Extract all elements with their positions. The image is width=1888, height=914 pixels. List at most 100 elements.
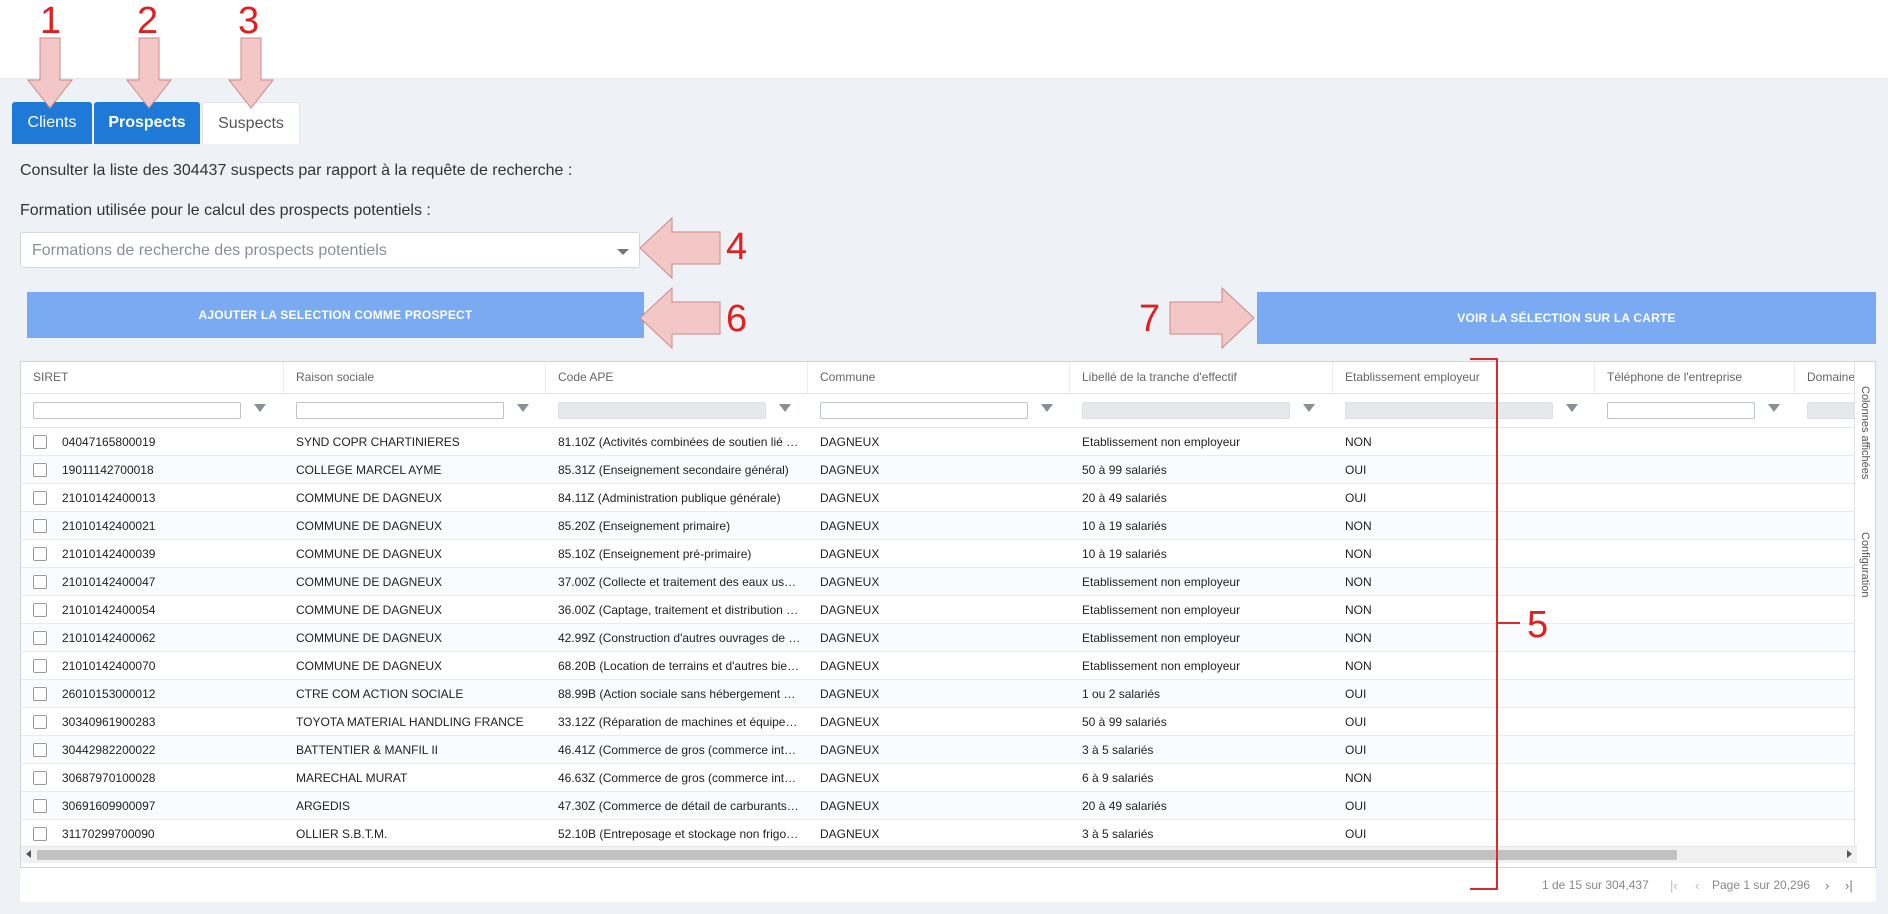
annotation-number-6: 6 bbox=[726, 298, 748, 340]
pagination-page-info: Page 1 sur 20,296 bbox=[1712, 878, 1811, 892]
next-page-icon[interactable]: › bbox=[1825, 878, 1829, 893]
cell-commune: DAGNEUX bbox=[820, 575, 880, 589]
cell-etablissement-employeur: OUI bbox=[1345, 687, 1367, 701]
column-header-telephone[interactable]: Téléphone de l'entreprise bbox=[1595, 362, 1795, 393]
cell-siret: 31170299700090 bbox=[62, 827, 155, 841]
annotation-number-5: 5 bbox=[1527, 604, 1549, 646]
filter-funnel-icon[interactable] bbox=[1768, 404, 1780, 412]
cell-siret: 21010142400062 bbox=[62, 631, 156, 645]
cell-tranche-effectif: 20 à 49 salariés bbox=[1082, 491, 1167, 505]
filter-funnel-icon[interactable] bbox=[779, 404, 791, 412]
cell-tranche-effectif: 20 à 49 salariés bbox=[1082, 799, 1167, 813]
cell-tranche-effectif: Etablissement non employeur bbox=[1082, 631, 1241, 645]
add-selection-as-prospect-button[interactable]: AJOUTER LA SELECTION COMME PROSPECT bbox=[27, 292, 644, 338]
cell-code-ape: 52.10B (Entreposage et stockage non frig… bbox=[558, 827, 799, 841]
cell-etablissement-employeur: NON bbox=[1345, 603, 1372, 617]
cell-etablissement-employeur: NON bbox=[1345, 547, 1372, 561]
cell-telephone bbox=[1595, 680, 1791, 708]
grid-filter-row bbox=[21, 394, 1857, 428]
cell-siret: 30691609900097 bbox=[62, 799, 156, 813]
formation-select[interactable]: Formations de recherche des prospects po… bbox=[20, 232, 640, 268]
cell-etablissement-employeur: NON bbox=[1345, 575, 1372, 589]
cell-telephone bbox=[1595, 568, 1791, 596]
filter-input-telephone[interactable] bbox=[1607, 402, 1755, 419]
table-row[interactable]: 19011142700018 COLLEGE MARCEL AYME 85.31Z … bbox=[21, 456, 1857, 484]
table-row[interactable]: 31170299700090 OLLIER S.B.T.M. 52.10B (Ent… bbox=[21, 820, 1857, 848]
cell-tranche-effectif: Etablissement non employeur bbox=[1082, 575, 1241, 589]
table-row[interactable]: 21010142400047 COMMUNE DE DAGNEUX 37.00Z (… bbox=[21, 568, 1857, 596]
previous-page-icon[interactable]: ‹ bbox=[1695, 878, 1699, 893]
cell-tranche-effectif: Etablissement non employeur bbox=[1082, 435, 1241, 449]
cell-siret: 21010142400039 bbox=[62, 547, 156, 561]
filter-funnel-icon[interactable] bbox=[1041, 404, 1053, 412]
table-row[interactable]: 30687970100028 MARECHAL MURAT 46.63Z (Comm… bbox=[21, 764, 1857, 792]
cell-etablissement-employeur: OUI bbox=[1345, 715, 1367, 729]
filter-funnel-icon[interactable] bbox=[517, 404, 529, 412]
cell-siret: 19011142700018 bbox=[62, 463, 154, 477]
table-row[interactable]: 30442982200022 BATTENTIER & MANFIL II 46.4… bbox=[21, 736, 1857, 764]
cell-raison-sociale: COMMUNE DE DAGNEUX bbox=[296, 659, 443, 673]
column-header-domaines[interactable]: Domaines bbox=[1795, 362, 1857, 393]
annotation-arrow-right-icon bbox=[1169, 286, 1255, 350]
table-row[interactable]: 21010142400062 COMMUNE DE DAGNEUX 42.99Z (… bbox=[21, 624, 1857, 652]
top-header-bar bbox=[0, 0, 1888, 79]
view-selection-on-map-button[interactable]: VOIR LA SÉLECTION SUR LA CARTE bbox=[1257, 292, 1876, 344]
suspects-data-grid: SIRET Raison sociale Code APE Commune Li… bbox=[20, 361, 1876, 868]
grid-pagination: 1 de 15 sur 304,437 |‹ ‹ Page 1 sur 20,2… bbox=[20, 868, 1876, 902]
table-row[interactable]: 30691609900097 ARGEDIS 47.30Z (Commerce de… bbox=[21, 792, 1857, 820]
cell-telephone bbox=[1595, 652, 1791, 680]
table-row[interactable]: 21010142400054 COMMUNE DE DAGNEUX 36.00Z (… bbox=[21, 596, 1857, 624]
cell-tranche-effectif: 3 à 5 salariés bbox=[1082, 743, 1154, 757]
cell-raison-sociale: COMMUNE DE DAGNEUX bbox=[296, 547, 443, 561]
side-tab-columns[interactable]: Colonnes affichées bbox=[1859, 386, 1871, 479]
column-header-code-ape[interactable]: Code APE bbox=[546, 362, 808, 393]
column-header-siret[interactable]: SIRET bbox=[21, 362, 284, 393]
scroll-left-icon[interactable] bbox=[26, 850, 31, 858]
column-header-raison-sociale[interactable]: Raison sociale bbox=[284, 362, 546, 393]
cell-raison-sociale: MARECHAL MURAT bbox=[296, 771, 408, 785]
cell-tranche-effectif: 1 ou 2 salariés bbox=[1082, 687, 1161, 701]
column-header-commune[interactable]: Commune bbox=[808, 362, 1070, 393]
horizontal-scrollbar[interactable] bbox=[21, 846, 1857, 863]
filter-funnel-icon[interactable] bbox=[1566, 404, 1578, 412]
cell-siret: 30340961900283 bbox=[62, 715, 156, 729]
cell-code-ape: 46.63Z (Commerce de gros (commerce int… bbox=[558, 771, 797, 785]
table-row[interactable]: 21010142400013 COMMUNE DE DAGNEUX 84.11Z (… bbox=[21, 484, 1857, 512]
cell-etablissement-employeur: OUI bbox=[1345, 743, 1367, 757]
cell-etablissement-employeur: OUI bbox=[1345, 463, 1367, 477]
cell-commune: DAGNEUX bbox=[820, 435, 880, 449]
cell-etablissement-employeur: NON bbox=[1345, 435, 1372, 449]
cell-siret: 30442982200022 bbox=[62, 743, 156, 757]
cell-etablissement-employeur: NON bbox=[1345, 659, 1372, 673]
cell-code-ape: 46.41Z (Commerce de gros (commerce int… bbox=[558, 743, 797, 757]
annotation-arrow-left-icon bbox=[639, 216, 721, 280]
table-row[interactable]: 30340961900283 TOYOTA MATERIAL HANDLING F… bbox=[21, 708, 1857, 736]
cell-telephone bbox=[1595, 708, 1791, 736]
first-page-icon[interactable]: |‹ bbox=[1670, 878, 1678, 893]
last-page-icon[interactable]: ›| bbox=[1845, 878, 1853, 893]
table-row[interactable]: 26010153000012 CTRE COM ACTION SOCIALE 88.… bbox=[21, 680, 1857, 708]
table-row[interactable]: 21010142400021 COMMUNE DE DAGNEUX 85.20Z (… bbox=[21, 512, 1857, 540]
cell-tranche-effectif: Etablissement non employeur bbox=[1082, 603, 1241, 617]
table-row[interactable]: 04047165800019 SYND COPR CHARTINIERES 81.1… bbox=[21, 428, 1857, 456]
annotation-bracket bbox=[1470, 358, 1498, 890]
filter-input-raison-sociale[interactable] bbox=[296, 402, 504, 419]
filter-funnel-icon[interactable] bbox=[254, 404, 266, 412]
cell-code-ape: 36.00Z (Captage, traitement et distribut… bbox=[558, 603, 799, 617]
cell-siret: 21010142400047 bbox=[62, 575, 156, 589]
column-header-tranche-effectif[interactable]: Libellé de la tranche d'effectif bbox=[1070, 362, 1333, 393]
cell-etablissement-employeur: OUI bbox=[1345, 827, 1367, 841]
scrollbar-thumb[interactable] bbox=[37, 850, 1677, 860]
side-tab-configuration[interactable]: Configuration bbox=[1859, 532, 1871, 597]
table-row[interactable]: 21010142400039 COMMUNE DE DAGNEUX 85.10Z (… bbox=[21, 540, 1857, 568]
cell-siret: 21010142400021 bbox=[62, 519, 156, 533]
filter-input-commune[interactable] bbox=[820, 402, 1028, 419]
cell-code-ape: 85.10Z (Enseignement pré-primaire) bbox=[558, 547, 752, 561]
column-header-etablissement-employeur[interactable]: Etablissement employeur bbox=[1333, 362, 1595, 393]
filter-funnel-icon[interactable] bbox=[1303, 404, 1315, 412]
filter-input-siret[interactable] bbox=[33, 402, 241, 419]
table-row[interactable]: 21010142400070 COMMUNE DE DAGNEUX 68.20B (… bbox=[21, 652, 1857, 680]
annotation-arrow-left-icon bbox=[639, 286, 721, 350]
scroll-right-icon[interactable] bbox=[1847, 850, 1852, 858]
filter-input-tranche-effectif bbox=[1082, 402, 1290, 419]
